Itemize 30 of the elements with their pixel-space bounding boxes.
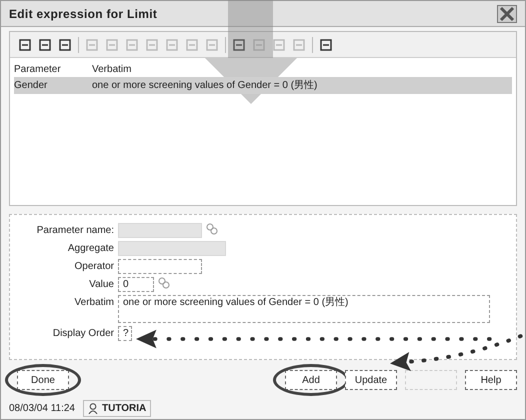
- user-name: TUTORIA: [102, 402, 146, 416]
- close-icon[interactable]: [497, 4, 517, 22]
- field-label: Verbatim: [74, 296, 114, 310]
- field-label: Operator: [74, 260, 114, 274]
- field-label: Value: [88, 278, 114, 292]
- user-icon: [88, 403, 98, 414]
- toolbar-icon[interactable]: [38, 38, 52, 52]
- toolbar-icon[interactable]: [18, 38, 32, 52]
- lookup-icon[interactable]: [206, 223, 218, 235]
- action-button[interactable]: Add: [285, 370, 337, 390]
- column-header: Parameter: [14, 63, 62, 77]
- action-button[interactable]: Done: [17, 370, 69, 390]
- toolbar-icon[interactable]: [58, 38, 72, 52]
- lookup-icon[interactable]: [158, 277, 170, 289]
- field-label: Aggregate: [66, 242, 114, 256]
- action-button[interactable]: Help: [465, 370, 517, 390]
- table-cell-text: one or more screening values of Gender = 0 (男性): [92, 78, 318, 93]
- toolbar-icon[interactable]: [319, 38, 333, 52]
- action-button[interactable]: Update: [345, 370, 397, 390]
- input-field[interactable]: ?: [118, 326, 132, 341]
- field-label: Parameter name:: [36, 224, 114, 238]
- input-field[interactable]: 0: [118, 277, 154, 292]
- column-header: Verbatim: [92, 63, 132, 77]
- field-label: Display Order: [52, 327, 114, 341]
- table-row[interactable]: Gender one or more screening values of Gender = 0 (男性): [14, 77, 512, 94]
- input-field[interactable]: one or more screening values of Gender = 0 (男性): [118, 295, 490, 323]
- status-time: 08/03/04 11:24: [9, 402, 75, 416]
- window-title: Edit expression for Limit: [9, 6, 158, 22]
- input-field[interactable]: [118, 259, 202, 274]
- table-cell-text: Gender: [14, 79, 48, 93]
